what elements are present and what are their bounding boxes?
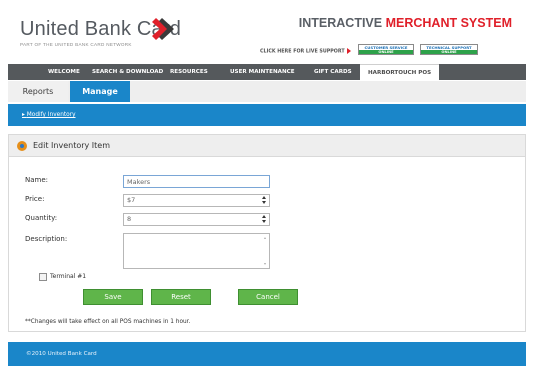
subtab-bar: Reports Manage bbox=[8, 81, 526, 102]
customer-service-status: ONLINE bbox=[359, 50, 413, 54]
price-label: Price: bbox=[25, 195, 45, 203]
brand-tagline: PART OF THE UNITED BANK CARD NETWORK bbox=[20, 42, 132, 47]
description-scrollbar[interactable] bbox=[263, 235, 268, 267]
header: United Bank Card PART OF THE UNITED BANK… bbox=[8, 8, 526, 60]
support-arrow-icon bbox=[346, 48, 351, 54]
name-field[interactable] bbox=[123, 175, 270, 188]
page: United Bank Card PART OF THE UNITED BANK… bbox=[0, 0, 534, 366]
reset-button[interactable]: Reset bbox=[151, 289, 211, 305]
changes-note: **Changes will take effect on all POS ma… bbox=[25, 319, 191, 325]
terminal-1-label: Terminal #1 bbox=[50, 273, 87, 280]
breadcrumb-label: Modify Inventory bbox=[26, 112, 76, 118]
footer-copyright: ©2010 United Bank Card bbox=[26, 351, 97, 357]
quantity-stepper[interactable]: 8 bbox=[123, 213, 270, 226]
live-support-label: CLICK HERE FOR LIVE SUPPORT bbox=[260, 49, 345, 55]
nav-item-welcome[interactable]: WELCOME bbox=[48, 64, 80, 80]
scroll-down-icon[interactable] bbox=[264, 263, 266, 265]
save-button[interactable]: Save bbox=[83, 289, 143, 305]
nav-item-search-download[interactable]: SEARCH & DOWNLOAD bbox=[92, 64, 163, 80]
nav-item-user-maintenance[interactable]: USER MAINTENANCE bbox=[230, 64, 295, 80]
scroll-up-icon[interactable] bbox=[264, 237, 266, 239]
edit-item-icon bbox=[17, 141, 27, 151]
footer: ©2010 United Bank Card bbox=[8, 342, 526, 366]
system-title: INTERACTIVE MERCHANT SYSTEM bbox=[299, 16, 512, 30]
price-value: $7 bbox=[127, 196, 136, 204]
brand-diamond-icon bbox=[152, 18, 174, 40]
breadcrumb-modify-inventory-link[interactable]: ▸ Modify Inventory bbox=[22, 112, 76, 118]
tab-manage[interactable]: Manage bbox=[70, 81, 130, 102]
nav-item-gift-cards[interactable]: GIFT CARDS bbox=[314, 64, 352, 80]
nav-item-resources[interactable]: RESOURCES bbox=[170, 64, 208, 80]
system-title-part2: MERCHANT SYSTEM bbox=[385, 16, 512, 30]
live-support-link[interactable]: CLICK HERE FOR LIVE SUPPORT bbox=[260, 48, 351, 55]
quantity-value: 8 bbox=[127, 215, 132, 223]
price-spinner-icon[interactable] bbox=[262, 196, 267, 205]
description-label: Description: bbox=[25, 235, 68, 243]
terminal-1-checkbox[interactable] bbox=[39, 273, 47, 281]
technical-support-button[interactable]: TECHNICAL SUPPORT ONLINE bbox=[420, 44, 478, 55]
panel-header: Edit Inventory Item bbox=[9, 135, 525, 157]
customer-service-button[interactable]: CUSTOMER SERVICE ONLINE bbox=[358, 44, 414, 55]
panel-title: Edit Inventory Item bbox=[33, 141, 110, 150]
quantity-label: Quantity: bbox=[25, 214, 58, 222]
technical-support-status: ONLINE bbox=[421, 50, 477, 54]
edit-inventory-panel: Edit Inventory Item Name: Price: $7 Quan… bbox=[8, 134, 526, 332]
name-label: Name: bbox=[25, 176, 49, 184]
quantity-spinner-icon[interactable] bbox=[262, 215, 267, 224]
description-textarea[interactable] bbox=[123, 233, 270, 269]
cancel-button[interactable]: Cancel bbox=[238, 289, 298, 305]
price-stepper[interactable]: $7 bbox=[123, 194, 270, 207]
main-nav: WELCOME SEARCH & DOWNLOAD RESOURCES USER… bbox=[8, 64, 526, 80]
nav-item-harbortouch-pos[interactable]: HARBORTOUCH POS bbox=[360, 64, 440, 80]
breadcrumb-bar: ▸ Modify Inventory bbox=[8, 104, 526, 126]
system-title-part1: INTERACTIVE bbox=[298, 16, 383, 30]
tab-reports[interactable]: Reports bbox=[8, 81, 68, 102]
